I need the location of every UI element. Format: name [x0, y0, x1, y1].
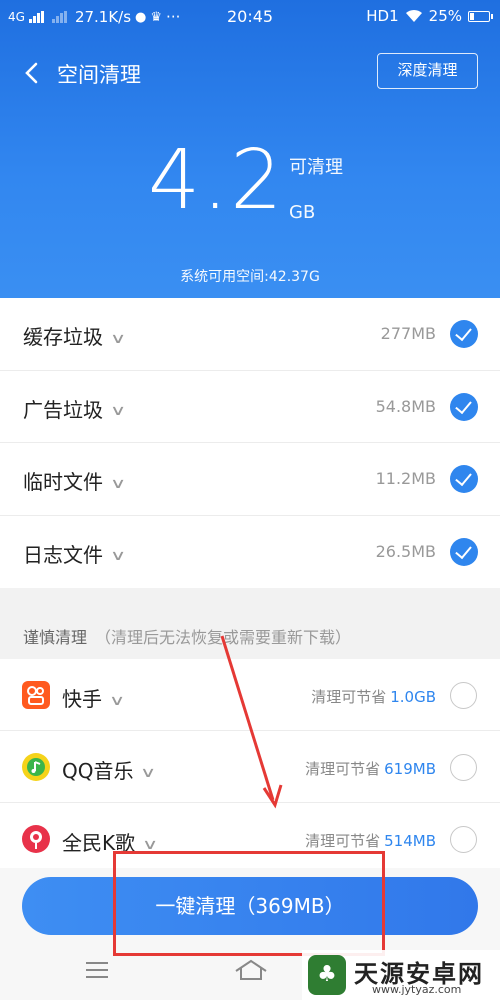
signal-2-icon — [51, 11, 67, 23]
item-name: 临时文件 — [23, 470, 103, 494]
checkbox-checked[interactable] — [450, 320, 478, 348]
section-note: （清理后无法恢复或需要重新下载） — [95, 628, 352, 647]
checkbox-unchecked[interactable] — [450, 826, 477, 853]
list-item[interactable]: 日志文件 ∨ 26.5MB — [0, 516, 500, 589]
battery-icon — [468, 10, 493, 22]
chevron-down-icon[interactable]: ∨ — [110, 548, 126, 564]
kuaishou-icon — [22, 681, 50, 709]
checkbox-unchecked[interactable] — [450, 682, 477, 709]
checkbox-checked[interactable] — [450, 537, 478, 566]
save-size: 514MB — [384, 832, 436, 850]
home-icon[interactable] — [234, 959, 268, 981]
back-icon[interactable] — [18, 58, 48, 88]
list-item[interactable]: 缓存垃圾 ∨ 277MB — [0, 298, 500, 371]
hd-indicator: HD1 — [366, 7, 399, 25]
save-prefix: 清理可节省 — [305, 760, 381, 778]
cleanable-amount: 4.2 — [148, 133, 285, 228]
available-space: 系统可用空间:42.37G — [180, 269, 320, 285]
item-size: 11.2MB — [375, 469, 436, 488]
save-size: 1.0GB — [390, 688, 436, 706]
annotation-box — [113, 851, 385, 956]
chevron-down-icon[interactable]: ∨ — [110, 331, 126, 347]
list-item[interactable]: 临时文件 ∨ 11.2MB — [0, 443, 500, 516]
list-item[interactable]: 快手 ∨ 清理可节省 1.0GB — [0, 659, 500, 731]
app-name: 快手 — [62, 687, 102, 711]
nav-bar: 空间清理 深度清理 — [0, 50, 500, 96]
wifi-icon — [405, 9, 422, 22]
qqmusic-icon — [22, 753, 50, 781]
chevron-down-icon[interactable]: ∨ — [110, 403, 126, 419]
checkbox-unchecked[interactable] — [450, 754, 477, 781]
item-name: 缓存垃圾 — [23, 325, 103, 349]
battery-percent: 25% — [428, 7, 462, 25]
section-title: 谨慎清理 — [23, 628, 88, 647]
clock: 20:45 — [227, 7, 274, 26]
android-logo-icon: ♣ — [308, 955, 346, 995]
app-notification-icon: ● — [135, 9, 147, 25]
menu-icon[interactable] — [86, 962, 108, 978]
cleanable-unit: GB — [289, 202, 316, 223]
crown-icon: ♛ — [150, 9, 163, 25]
careful-clean-header: 谨慎清理 （清理后无法恢复或需要重新下载） — [23, 624, 351, 648]
watermark: ♣ 天源安卓网 www.jytyaz.com — [302, 950, 500, 1000]
item-size: 277MB — [380, 324, 436, 343]
status-bar: 4G 27.1K/s ● ♛ ··· 20:45 HD1 25% — [0, 0, 500, 36]
item-size: 26.5MB — [375, 541, 436, 561]
cleanable-label: 可清理 — [289, 157, 343, 178]
header-panel: 4G 27.1K/s ● ♛ ··· 20:45 HD1 25% 空间清理 深度… — [0, 0, 500, 298]
signal-icon — [28, 11, 44, 23]
chevron-down-icon[interactable]: ∨ — [140, 765, 156, 781]
deep-clean-button[interactable]: 深度清理 — [377, 53, 478, 89]
item-name: 广告垃圾 — [23, 397, 103, 422]
item-name: 日志文件 — [23, 542, 103, 567]
app-list: 快手 ∨ 清理可节省 1.0GB QQ音乐 ∨ 清理可节省 619MB 全民K歌 ∨ 清理… — [0, 659, 500, 869]
more-notifications-icon: ··· — [166, 8, 181, 26]
quanmin-kge-icon — [22, 825, 50, 853]
checkbox-checked[interactable] — [450, 465, 478, 493]
chevron-down-icon[interactable]: ∨ — [110, 476, 126, 492]
app-name: QQ音乐 — [62, 759, 134, 783]
junk-list: 缓存垃圾 ∨ 277MB 广告垃圾 ∨ 54.8MB 临时文件 ∨ 11.2MB 日志… — [0, 298, 500, 588]
page-title: 空间清理 — [57, 63, 141, 87]
network-type: 4G — [8, 10, 25, 24]
item-size: 54.8MB — [375, 396, 436, 416]
chevron-down-icon[interactable]: ∨ — [109, 693, 125, 709]
list-item[interactable]: 广告垃圾 ∨ 54.8MB — [0, 371, 500, 443]
save-prefix: 清理可节省 — [305, 832, 381, 850]
list-item[interactable]: QQ音乐 ∨ 清理可节省 619MB — [0, 731, 500, 803]
network-speed: 27.1K/s — [74, 8, 132, 26]
checkbox-checked[interactable] — [450, 392, 478, 421]
watermark-url: www.jytyaz.com — [372, 983, 462, 996]
save-size: 619MB — [384, 760, 436, 778]
save-prefix: 清理可节省 — [311, 688, 387, 706]
